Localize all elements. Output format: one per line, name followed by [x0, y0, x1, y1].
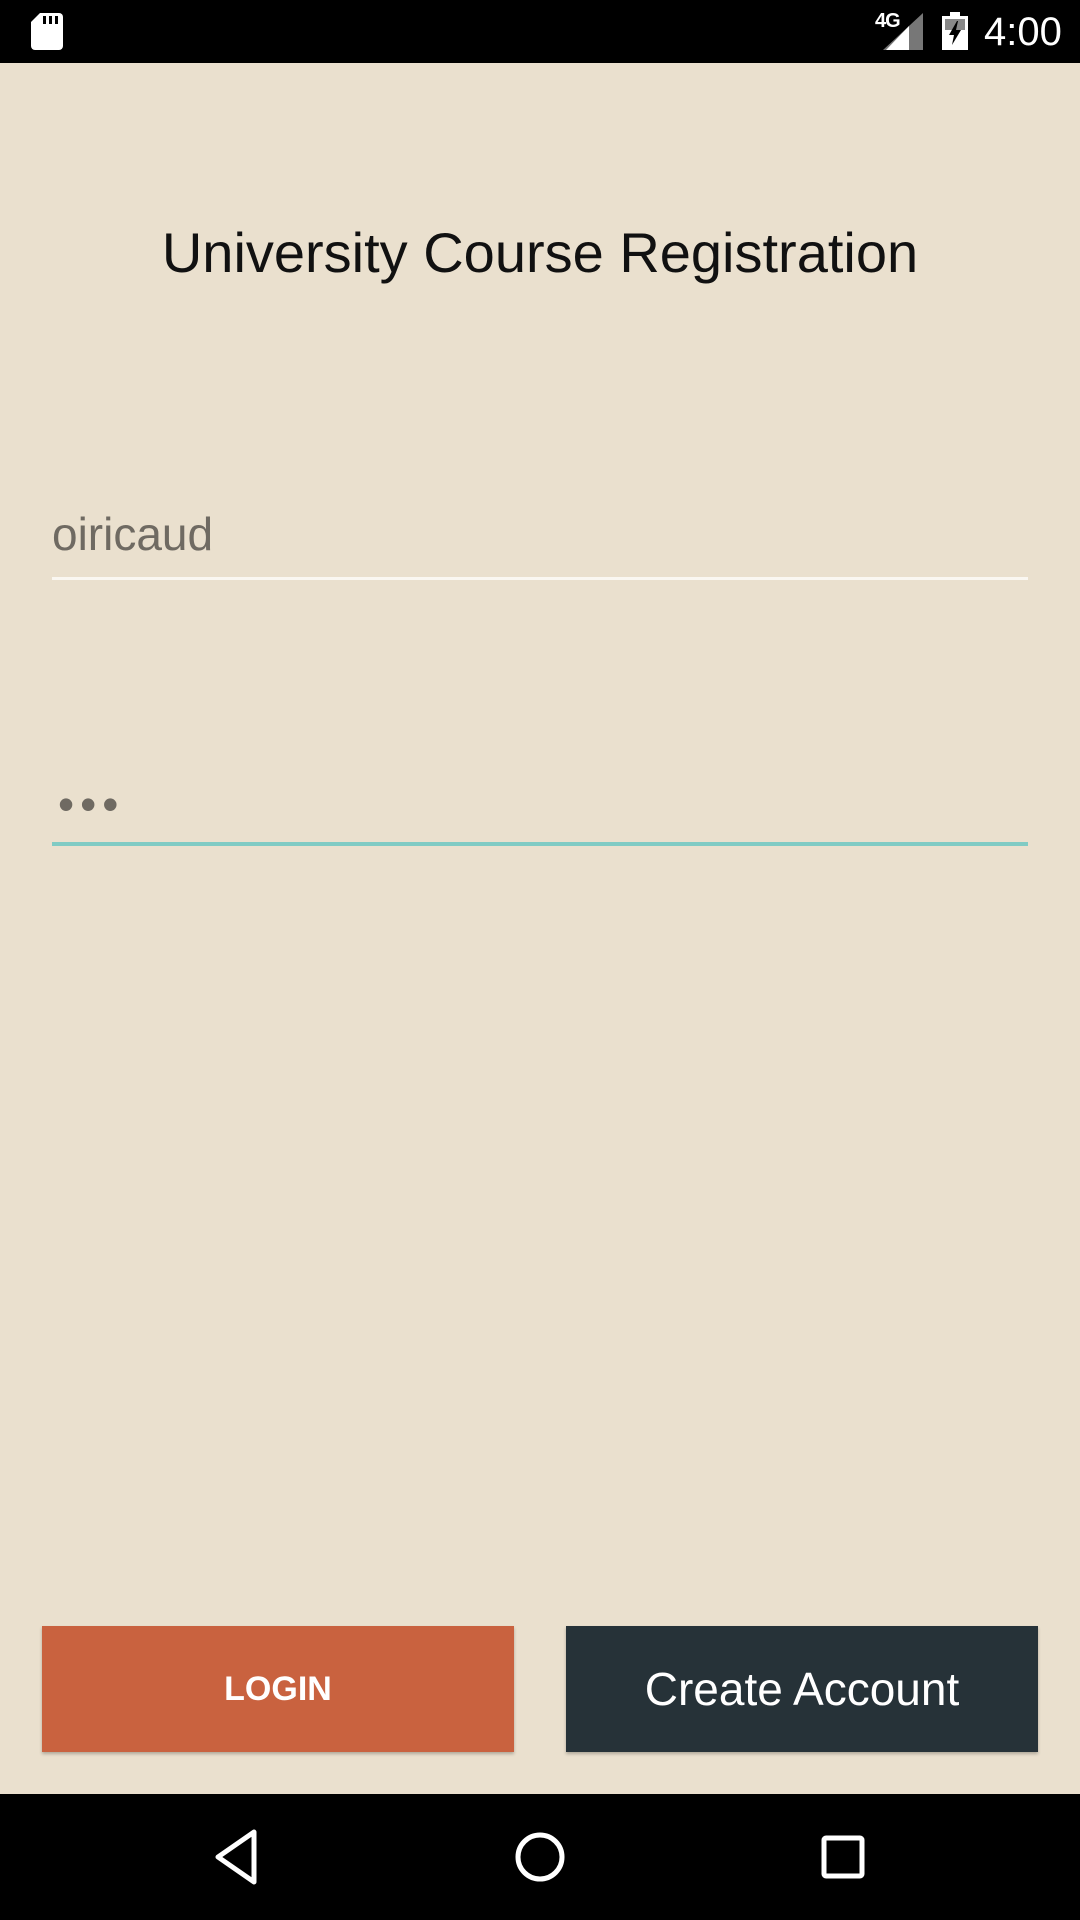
login-screen: University Course Registration oiricaud …	[0, 63, 1080, 1794]
create-account-button[interactable]: Create Account	[566, 1626, 1038, 1752]
back-icon[interactable]	[204, 1824, 270, 1890]
sd-card-icon	[31, 13, 63, 50]
battery-charging-icon	[942, 12, 968, 50]
username-field[interactable]: oiricaud	[52, 503, 1028, 580]
username-value[interactable]: oiricaud	[52, 503, 213, 565]
navigation-bar	[0, 1794, 1080, 1920]
clock: 4:00	[984, 10, 1062, 54]
password-field[interactable]: •••	[52, 768, 1028, 846]
signal-icon	[883, 13, 923, 50]
recents-icon[interactable]	[810, 1824, 876, 1890]
password-value[interactable]: •••	[58, 774, 124, 834]
page-title: University Course Registration	[161, 221, 919, 284]
home-icon[interactable]	[507, 1824, 573, 1890]
status-bar: 4G 4:00	[0, 0, 1080, 63]
screen: 4G 4:00 University Course Registration o…	[0, 0, 1080, 1920]
login-button[interactable]: LOGIN	[42, 1626, 514, 1752]
